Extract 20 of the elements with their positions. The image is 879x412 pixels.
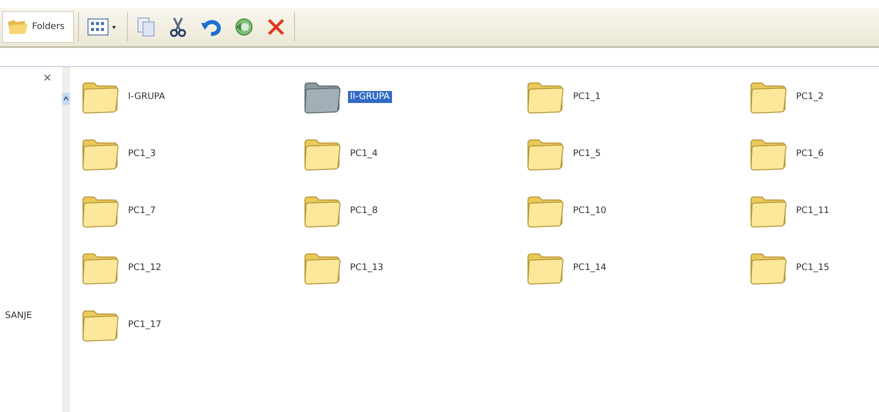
- folder-name[interactable]: PC1_17: [126, 319, 164, 331]
- folder-name[interactable]: PC1_13: [348, 262, 386, 274]
- folder-name[interactable]: PC1_7: [126, 205, 158, 217]
- folder-name[interactable]: PC1_14: [571, 262, 608, 274]
- folder-name[interactable]: PC1_4: [348, 148, 380, 160]
- close-icon[interactable]: ×: [42, 71, 52, 84]
- folder-name[interactable]: PC1_8: [348, 205, 380, 217]
- folder-name[interactable]: PC1_10: [571, 205, 608, 217]
- folder-name[interactable]: I-GRUPA: [126, 91, 168, 103]
- folders-button[interactable]: Folders: [2, 11, 74, 43]
- folder-name[interactable]: II-GRUPA: [348, 91, 392, 103]
- folder-name[interactable]: PC1_3: [126, 148, 158, 160]
- folder-name[interactable]: PC1_12: [126, 262, 164, 274]
- folder-name[interactable]: PC1_6: [794, 148, 826, 160]
- folder-name[interactable]: PC1_1: [571, 91, 603, 103]
- folder-name[interactable]: PC1_11: [794, 205, 832, 217]
- folder-name[interactable]: PC1_5: [571, 148, 603, 160]
- folder-name[interactable]: PC1_15: [794, 262, 832, 274]
- tree-item[interactable]: SANJE: [5, 311, 32, 321]
- folder-name[interactable]: PC1_2: [794, 91, 826, 103]
